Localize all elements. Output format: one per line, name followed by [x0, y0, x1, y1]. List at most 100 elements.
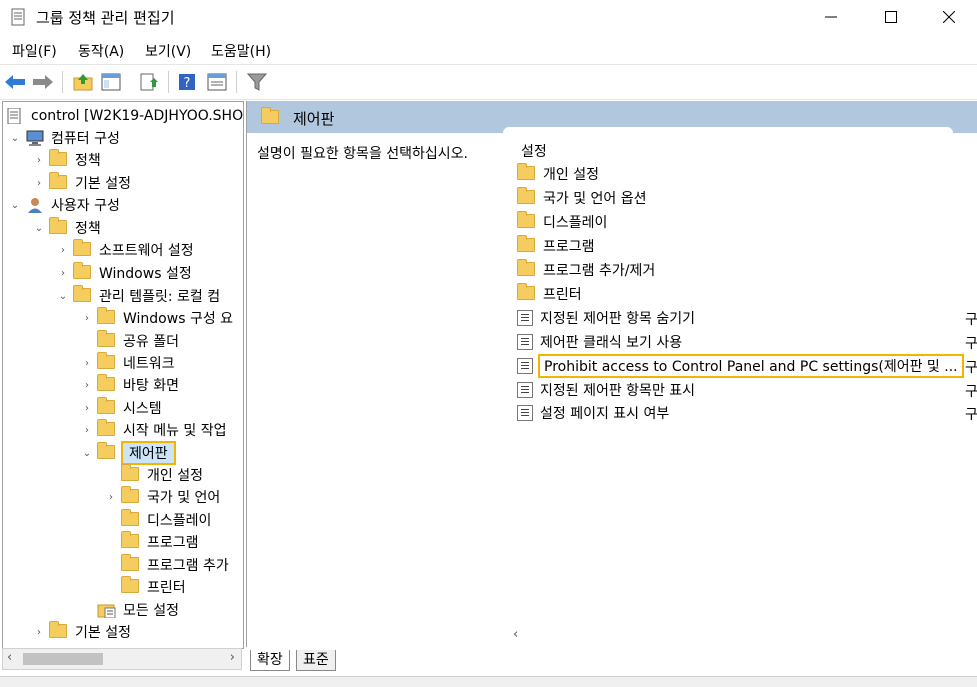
- list-item-label: 국가 및 언어 옵션: [543, 191, 647, 207]
- tab-standard[interactable]: 표준: [296, 650, 336, 671]
- tree-cc-prefs[interactable]: › 기본 설정: [33, 172, 131, 194]
- folder-icon: [97, 419, 117, 438]
- up-folder-icon: [73, 74, 93, 91]
- menu-file[interactable]: 파일(F): [12, 41, 57, 61]
- scrollbar-thumb[interactable]: [23, 653, 103, 665]
- show-hide-tree-button[interactable]: [100, 71, 122, 93]
- tree-computer-config[interactable]: ⌄ 컴퓨터 구성: [9, 127, 120, 149]
- chevron-right-icon[interactable]: ›: [33, 178, 45, 189]
- menu-view[interactable]: 보기(V): [145, 41, 191, 61]
- tree-uc-policy[interactable]: ⌄ 정책: [33, 217, 101, 239]
- folder-icon: [517, 211, 537, 230]
- chevron-down-icon[interactable]: ⌄: [57, 291, 69, 302]
- column-header-setting[interactable]: 설정: [503, 127, 953, 161]
- scroll-left-icon[interactable]: ‹: [513, 627, 518, 642]
- tree-programs[interactable]: 프로그램: [121, 531, 199, 553]
- tree-network[interactable]: › 네트워크: [81, 352, 175, 374]
- chevron-right-icon[interactable]: ›: [33, 627, 45, 638]
- chevron-down-icon[interactable]: ⌄: [33, 223, 45, 234]
- show-hide-tree-icon: [101, 73, 121, 91]
- toolbar: ?: [0, 64, 977, 100]
- filter-button[interactable]: [246, 71, 268, 93]
- list-item-label: Prohibit access to Control Panel and PC …: [538, 354, 964, 378]
- minimize-button[interactable]: [804, 0, 858, 34]
- chevron-right-icon[interactable]: ›: [81, 425, 93, 436]
- menu-bar: 파일(F) 동작(A) 보기(V) 도움말(H): [0, 38, 977, 62]
- chevron-right-icon[interactable]: ›: [57, 268, 69, 279]
- tree-admin-templates[interactable]: ⌄ 관리 템플릿: 로컬 컴: [57, 285, 220, 307]
- list-item-folder[interactable]: 개인 설정: [517, 163, 599, 185]
- tree-start-menu[interactable]: › 시작 메뉴 및 작업: [81, 419, 227, 441]
- tree-label: 소프트웨어 설정: [99, 243, 194, 259]
- tree-label: 바탕 화면: [123, 378, 179, 394]
- list-item-label: 제어판 클래식 보기 사용: [540, 335, 683, 351]
- details-header-title: 제어판: [293, 110, 335, 128]
- tree-shared-folders[interactable]: 공유 폴더: [97, 330, 179, 352]
- properties-icon: [207, 73, 227, 91]
- list-item-folder[interactable]: 디스플레이: [517, 211, 607, 233]
- forward-button[interactable]: [32, 71, 54, 93]
- list-item-setting[interactable]: 설정 페이지 표시 여부: [517, 402, 669, 424]
- chevron-right-icon[interactable]: ›: [57, 245, 69, 256]
- tree-desktop[interactable]: › 바탕 화면: [81, 374, 179, 396]
- tree-display[interactable]: 디스플레이: [121, 509, 211, 531]
- tree-label: 시스템: [123, 401, 162, 417]
- state-cell: 구: [965, 407, 977, 423]
- tree-cc-policy[interactable]: › 정책: [33, 149, 101, 171]
- list-item-setting[interactable]: 제어판 클래식 보기 사용: [517, 331, 682, 353]
- list-item-setting[interactable]: 지정된 제어판 항목 숨기기: [517, 307, 695, 329]
- list-item-folder[interactable]: 프린터: [517, 283, 582, 305]
- tree-personalization[interactable]: 개인 설정: [121, 464, 203, 486]
- column-header-label: 설정: [521, 144, 547, 160]
- chevron-right-icon[interactable]: ›: [81, 403, 93, 414]
- properties-button[interactable]: [206, 71, 228, 93]
- tree-region-language[interactable]: › 국가 및 언어: [105, 486, 220, 508]
- list-item-setting[interactable]: 지정된 제어판 항목만 표시: [517, 379, 695, 401]
- close-button[interactable]: [922, 0, 976, 34]
- tree-all-settings[interactable]: 모든 설정: [97, 599, 179, 621]
- chevron-right-icon[interactable]: ›: [81, 313, 93, 324]
- tree-system[interactable]: › 시스템: [81, 397, 162, 419]
- chevron-right-icon[interactable]: ›: [105, 492, 117, 503]
- tree-root[interactable]: control [W2K19-ADJHYOO.SHO: [5, 105, 243, 127]
- scroll-left-icon[interactable]: ‹: [7, 650, 12, 665]
- up-folder-button[interactable]: [72, 71, 94, 93]
- folder-icon: [121, 486, 141, 505]
- chevron-down-icon[interactable]: ⌄: [81, 448, 93, 459]
- tree-printers[interactable]: 프린터: [121, 576, 186, 598]
- chevron-right-icon[interactable]: ›: [81, 380, 93, 391]
- tree-label: 시작 메뉴 및 작업: [123, 423, 227, 439]
- chevron-down-icon[interactable]: ⌄: [9, 133, 21, 144]
- tree-user-config[interactable]: ⌄ 사용자 구성: [9, 194, 120, 216]
- export-list-button[interactable]: [138, 71, 160, 93]
- folder-icon: [517, 235, 537, 254]
- chevron-down-icon[interactable]: ⌄: [9, 200, 21, 211]
- maximize-button[interactable]: [864, 0, 918, 34]
- state-cell: 구: [965, 312, 977, 328]
- list-item-folder[interactable]: 프로그램: [517, 235, 595, 257]
- tree-label: 기본 설정: [75, 176, 131, 192]
- app-icon: [11, 8, 25, 26]
- menu-help[interactable]: 도움말(H): [211, 41, 271, 61]
- back-button[interactable]: [4, 71, 26, 93]
- svg-text:?: ?: [184, 76, 191, 91]
- menu-action[interactable]: 동작(A): [78, 41, 124, 61]
- tree-horizontal-scrollbar[interactable]: ‹ ›: [2, 648, 242, 670]
- help-button[interactable]: ?: [176, 71, 198, 93]
- list-item-setting-highlighted[interactable]: Prohibit access to Control Panel and PC …: [517, 354, 964, 378]
- tab-extended[interactable]: 확장: [250, 650, 290, 671]
- toolbar-separator: [168, 71, 169, 93]
- tree-add-remove[interactable]: 프로그램 추가: [121, 554, 229, 576]
- tree-software[interactable]: › 소프트웨어 설정: [57, 239, 194, 261]
- details-horizontal-scrollbar[interactable]: ‹ ›: [513, 627, 977, 645]
- scroll-right-icon[interactable]: ›: [230, 650, 235, 665]
- filter-icon: [247, 73, 267, 91]
- tree-windows-components[interactable]: › Windows 구성 요: [81, 307, 233, 329]
- chevron-right-icon[interactable]: ›: [81, 358, 93, 369]
- chevron-right-icon[interactable]: ›: [33, 155, 45, 166]
- tree-uc-prefs[interactable]: › 기본 설정: [33, 621, 131, 643]
- tree-windows-settings[interactable]: › Windows 설정: [57, 262, 192, 284]
- list-item-folder[interactable]: 프로그램 추가/제거: [517, 259, 655, 281]
- tree-control-panel[interactable]: ⌄ 제어판: [81, 441, 176, 465]
- list-item-folder[interactable]: 국가 및 언어 옵션: [517, 187, 647, 209]
